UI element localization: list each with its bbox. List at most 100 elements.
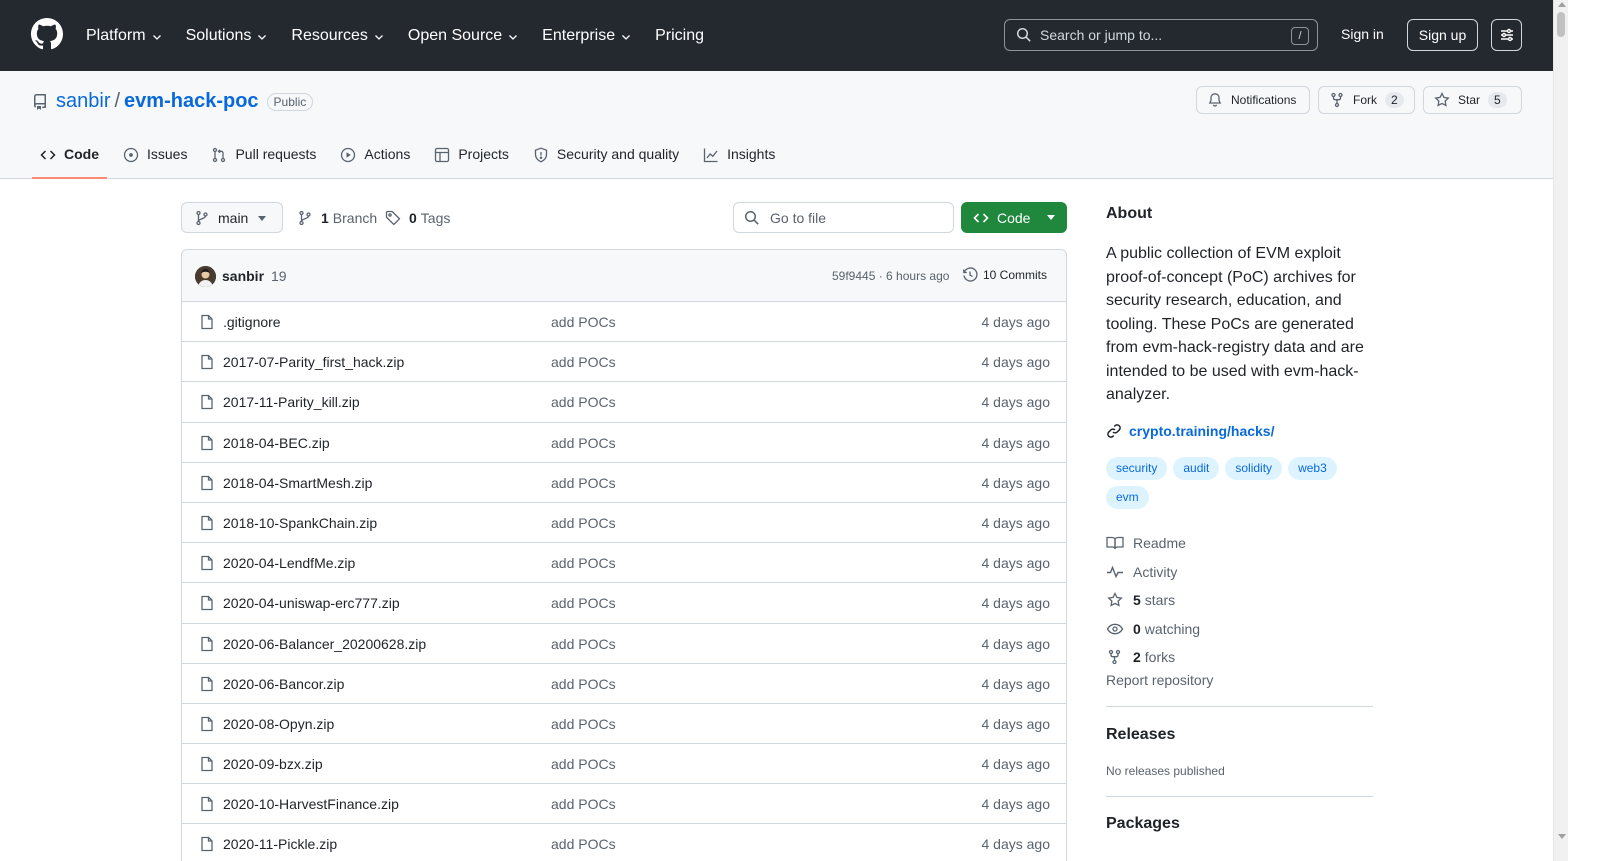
file-name-link[interactable]: 2018-04-SmartMesh.zip [223,475,372,491]
stars-label: stars [1144,592,1176,609]
file-name-link[interactable]: 2017-07-Parity_first_hack.zip [223,354,404,370]
tab-code[interactable]: Code [32,136,107,179]
file-name-link[interactable]: 2020-10-HarvestFinance.zip [223,796,399,812]
tab-actions[interactable]: Actions [332,136,418,179]
star-icon [1434,92,1450,107]
global-search-input[interactable]: Search or jump to... / [1004,19,1318,51]
repo-owner-link[interactable]: sanbir [56,90,110,113]
sign-in-link[interactable]: Sign in [1341,26,1384,42]
table-row[interactable]: 2017-07-Parity_first_hack.zip add POCs 4 d… [182,342,1066,383]
tab-security[interactable]: Security and quality [525,136,687,179]
file-name-link[interactable]: 2020-04-uniswap-erc777.zip [223,595,400,611]
topic-tag[interactable]: security [1106,457,1168,480]
topic-tag[interactable]: audit [1173,457,1220,480]
report-repository-link[interactable]: Report repository [1106,672,1213,688]
topic-tag[interactable]: web3 [1288,457,1337,480]
scroll-up-arrow-icon[interactable] [1558,2,1566,7]
commit-message-link[interactable]: 19 [271,268,287,284]
table-row[interactable]: 2020-06-Bancor.zip add POCs 4 days ago [182,664,1066,704]
releases-heading[interactable]: Releases [1106,726,1175,744]
scroll-down-arrow-icon[interactable] [1558,834,1566,839]
readme-link[interactable]: Readme [1106,529,1200,558]
page-scrollbar[interactable] [1553,0,1568,861]
file-name-link[interactable]: 2020-11-Pickle.zip [223,836,337,852]
file-commit-link[interactable]: add POCs [551,595,616,611]
file-commit-link[interactable]: add POCs [551,354,616,370]
nav-enterprise[interactable]: Enterprise [542,27,632,45]
commits-history-link[interactable]: 10 Commits [962,267,1047,283]
stars-link[interactable]: 5 stars [1106,586,1200,615]
branch-selector[interactable]: main [181,202,283,233]
commit-hash-time[interactable]: 59f9445 · 6 hours ago [832,269,949,283]
table-row[interactable]: 2018-04-BEC.zip add POCs 4 days ago [182,423,1066,463]
topic-tag[interactable]: solidity [1225,457,1283,480]
file-name-link[interactable]: 2020-06-Bancor.zip [223,676,344,692]
tags-link[interactable]: 0 Tags [385,210,450,226]
file-commit-link[interactable]: add POCs [551,756,616,772]
file-commit-link[interactable]: add POCs [551,394,616,410]
tab-insights[interactable]: Insights [695,136,783,179]
nav-resources[interactable]: Resources [291,27,384,45]
file-name-link[interactable]: .gitignore [223,314,281,330]
homepage-link[interactable]: crypto.training/hacks/ [1106,423,1274,439]
fork-button[interactable]: Fork 2 [1318,86,1415,114]
branches-link[interactable]: 1 Branch [297,210,377,226]
activity-link[interactable]: Activity [1106,558,1200,587]
github-logo-icon[interactable] [31,18,63,50]
scrollbar-thumb[interactable] [1557,12,1565,37]
table-row[interactable]: 2020-04-uniswap-erc777.zip add POCs 4 days… [182,583,1066,624]
commit-author-link[interactable]: sanbir [222,268,264,284]
packages-heading[interactable]: Packages [1106,815,1180,833]
file-name-link[interactable]: 2018-04-BEC.zip [223,435,330,451]
watching-label: watching [1144,620,1201,637]
table-row[interactable]: .gitignore add POCs 4 days ago [182,302,1066,343]
table-row[interactable]: 2018-10-SpankChain.zip add POCs 4 days ago [182,503,1066,544]
tag-count: 0 [409,210,417,226]
sign-up-button[interactable]: Sign up [1407,19,1478,51]
tab-issues-label: Issues [147,146,188,162]
file-name-link[interactable]: 2017-11-Parity_kill.zip [223,394,360,410]
code-dropdown-button[interactable]: Code [961,202,1067,233]
repo-name-link[interactable]: evm-hack-poc [124,90,259,113]
avatar[interactable] [195,266,216,287]
file-commit-link[interactable]: add POCs [551,836,616,852]
tab-projects[interactable]: Projects [426,136,517,179]
file-name-link[interactable]: 2020-04-LendfMe.zip [223,555,355,571]
file-commit-link[interactable]: add POCs [551,435,616,451]
notifications-button[interactable]: Notifications [1196,86,1310,114]
topic-tag[interactable]: evm [1106,486,1149,509]
file-commit-link[interactable]: add POCs [551,716,616,732]
nav-solutions[interactable]: Solutions [186,27,269,45]
table-row[interactable]: 2020-04-LendfMe.zip add POCs 4 days ago [182,543,1066,584]
forks-link[interactable]: 2 forks [1106,643,1200,672]
tab-issues[interactable]: Issues [115,136,195,179]
table-row[interactable]: 2020-10-HarvestFinance.zip add POCs 4 days… [182,784,1066,825]
nav-open-source[interactable]: Open Source [408,27,519,45]
watchers-link[interactable]: 0 watching [1106,615,1200,644]
about-heading: About [1106,205,1153,222]
file-commit-link[interactable]: add POCs [551,636,616,652]
file-commit-link[interactable]: add POCs [551,314,616,330]
file-commit-link[interactable]: add POCs [551,515,616,531]
file-commit-link[interactable]: add POCs [551,796,616,812]
file-commit-link[interactable]: add POCs [551,555,616,571]
nav-pricing[interactable]: Pricing [655,27,704,45]
site-menu-button[interactable] [1491,19,1522,51]
table-row[interactable]: 2017-11-Parity_kill.zip add POCs 4 days ag… [182,382,1066,423]
star-button[interactable]: Star 5 [1423,86,1522,114]
table-row[interactable]: 2018-04-SmartMesh.zip add POCs 4 days ago [182,463,1066,503]
file-name-link[interactable]: 2020-06-Balancer_20200628.zip [223,636,426,652]
table-row[interactable]: 2020-11-Pickle.zip add POCs 4 days ago [182,824,1066,861]
go-to-file-input[interactable]: Go to file [733,202,954,233]
file-commit-link[interactable]: add POCs [551,475,616,491]
table-row[interactable]: 2020-09-bzx.zip add POCs 4 days ago [182,744,1066,785]
file-name-link[interactable]: 2020-09-bzx.zip [223,756,323,772]
nav-platform[interactable]: Platform [86,27,163,45]
table-row[interactable]: 2020-08-Opyn.zip add POCs 4 days ago [182,704,1066,745]
file-name-link[interactable]: 2018-10-SpankChain.zip [223,515,377,531]
tab-pull-requests[interactable]: Pull requests [203,136,324,179]
table-row[interactable]: 2020-06-Balancer_20200628.zip add POCs 4 d… [182,624,1066,664]
file-commit-link[interactable]: add POCs [551,676,616,692]
shield-icon [534,147,548,163]
file-name-link[interactable]: 2020-08-Opyn.zip [223,716,334,732]
